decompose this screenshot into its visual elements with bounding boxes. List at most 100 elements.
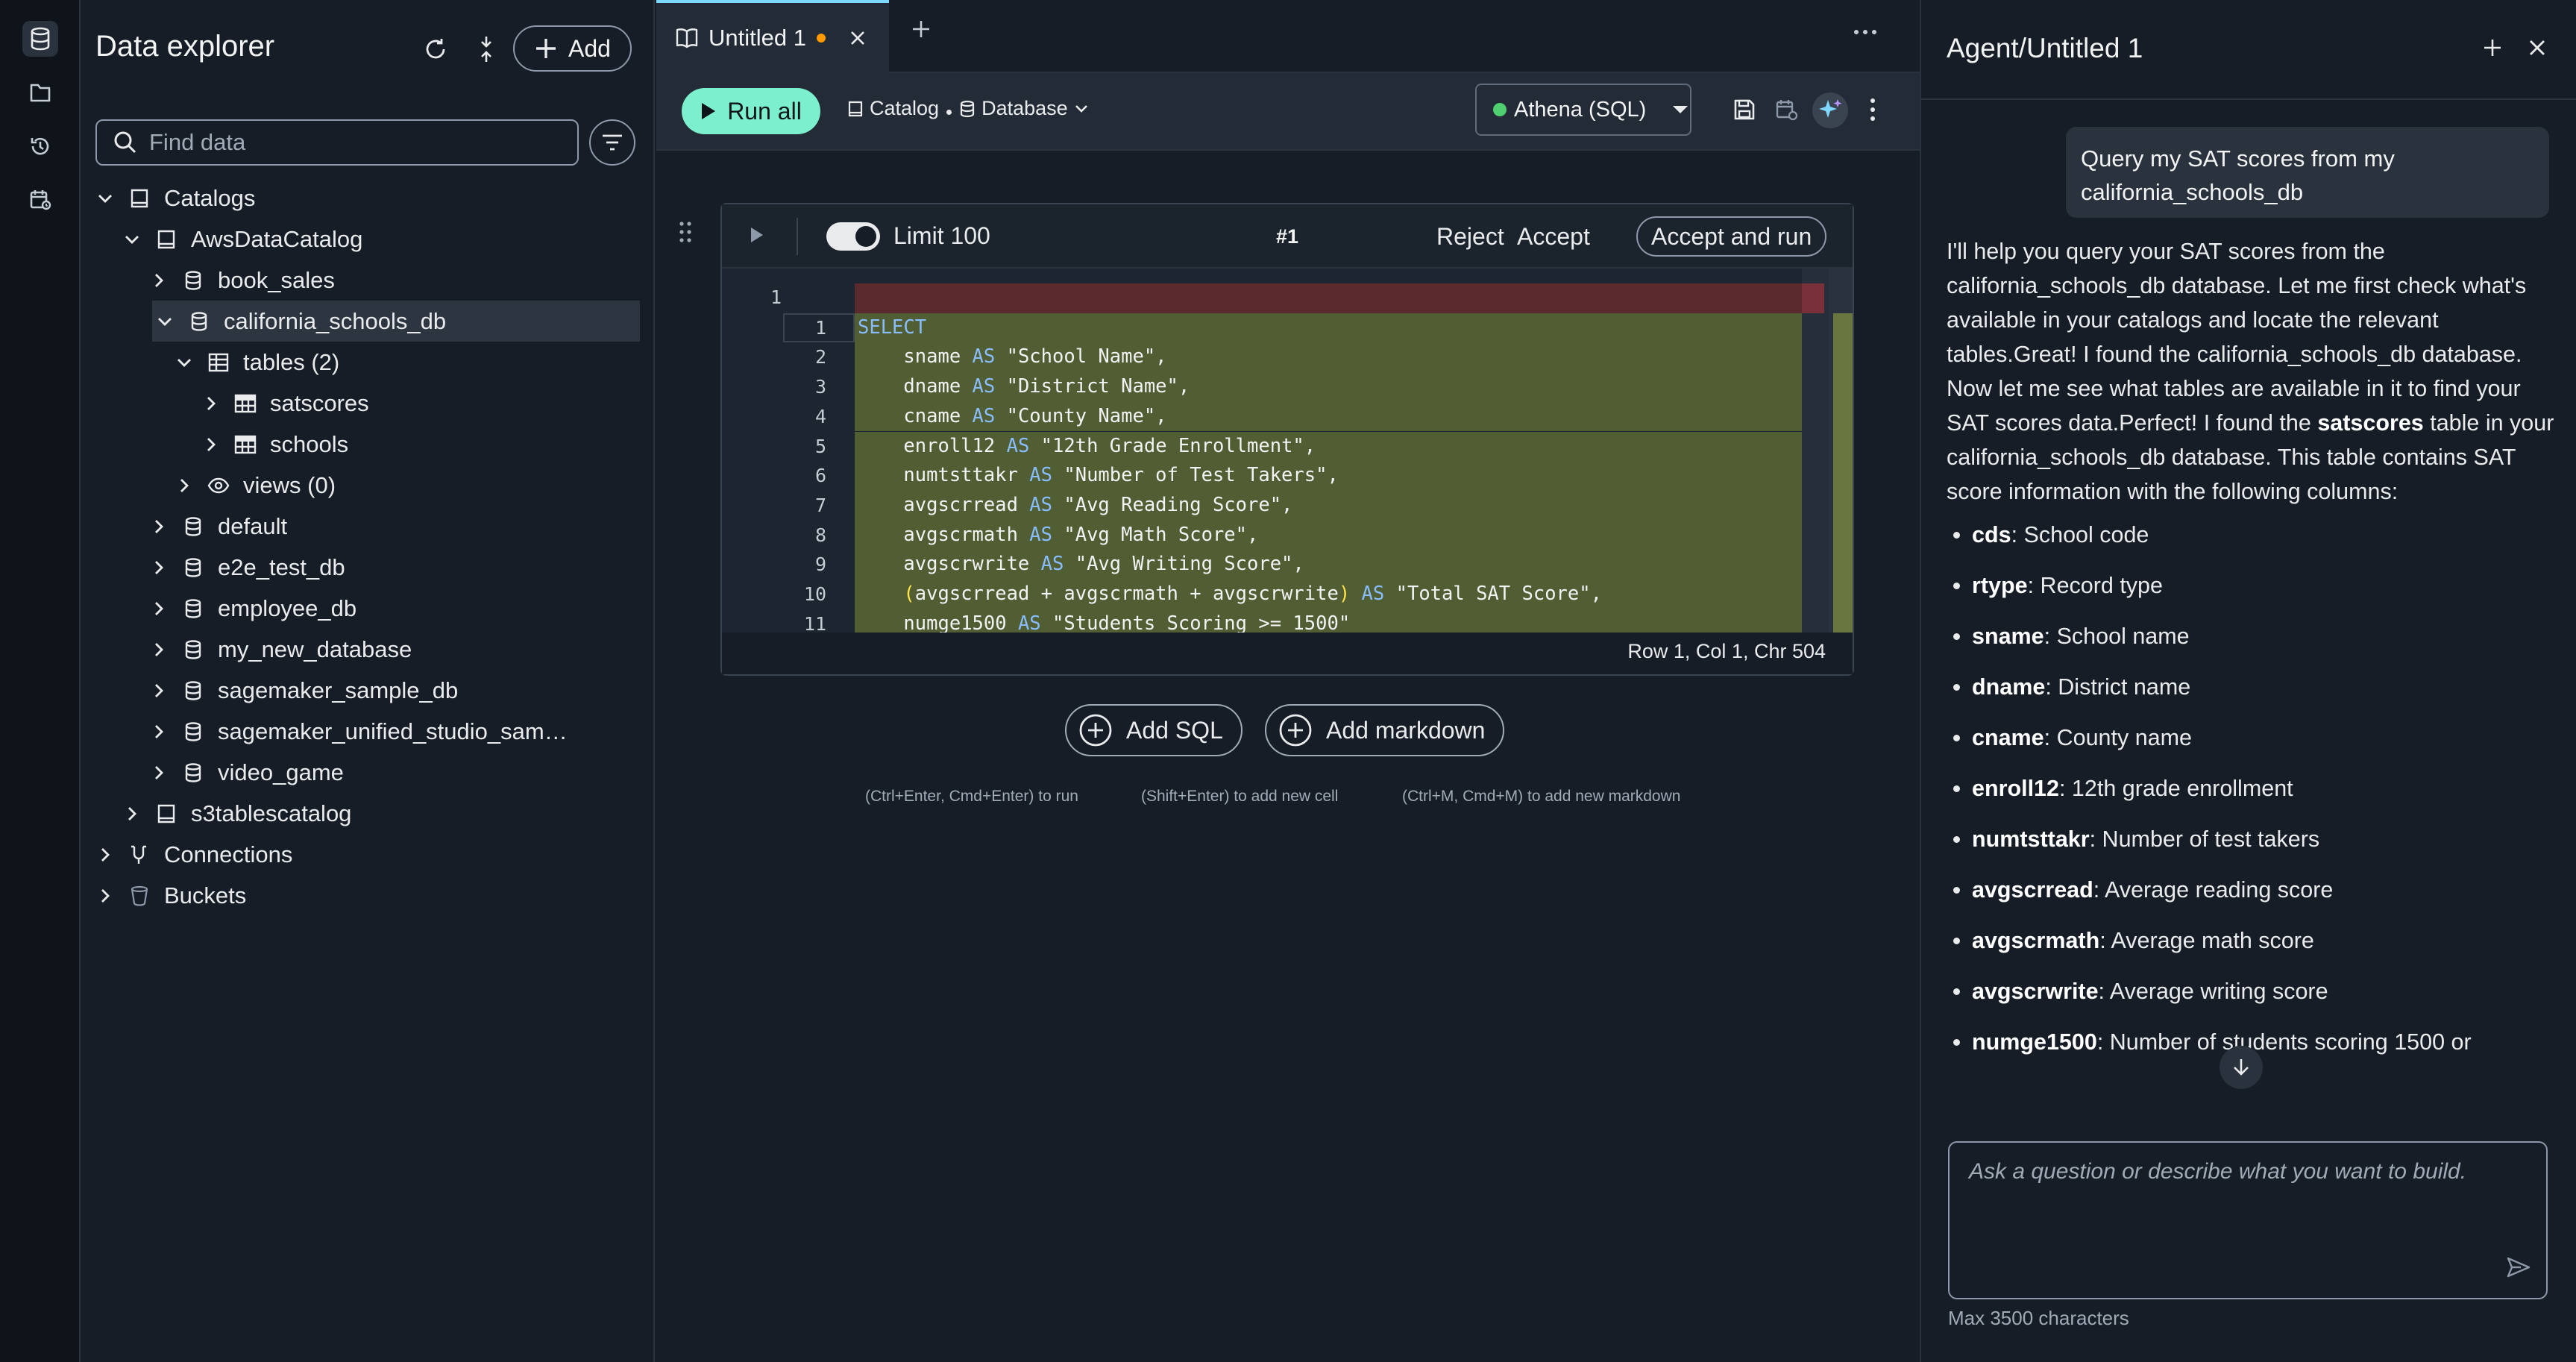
collapse-all-icon[interactable] xyxy=(465,28,507,70)
find-data-search[interactable] xyxy=(95,119,579,166)
engine-select[interactable]: Athena (SQL) xyxy=(1475,84,1691,136)
chevron-right-icon[interactable] xyxy=(146,555,172,580)
chevron-right-icon[interactable] xyxy=(172,473,197,498)
chevron-right-icon[interactable] xyxy=(146,268,172,293)
chat-input[interactable] xyxy=(1967,1158,2489,1277)
chevron-right-icon[interactable] xyxy=(198,391,224,416)
filter-icon xyxy=(603,134,622,151)
chevron-right-icon[interactable] xyxy=(119,801,145,826)
chevron-right-icon[interactable] xyxy=(146,678,172,703)
new-chat-icon[interactable] xyxy=(2482,37,2503,58)
connections-icon xyxy=(128,844,151,866)
tree-item-default[interactable]: default xyxy=(146,506,649,547)
scroll-to-bottom-button[interactable] xyxy=(2220,1046,2263,1089)
filter-button[interactable] xyxy=(589,119,635,166)
chevron-right-icon[interactable] xyxy=(92,883,118,908)
column-desc: : Average writing score xyxy=(2098,979,2328,1004)
schedule-icon[interactable] xyxy=(1775,98,1799,122)
unsaved-indicator xyxy=(816,34,826,43)
tree-item-video-game[interactable]: video_game xyxy=(146,752,649,793)
code-line: (avgscrread + avgscrmath + avgscrwrite) … xyxy=(855,580,1802,609)
tree-item-california-schools-db[interactable]: california_schools_db xyxy=(152,301,640,342)
code-token: "Students Scoring >= 1500" xyxy=(1040,612,1351,633)
tree-item-satscores[interactable]: satscores xyxy=(198,383,649,424)
tree-item-awsdatacatalog[interactable]: AwsDataCatalog xyxy=(119,219,649,260)
save-icon[interactable] xyxy=(1733,98,1756,121)
code-line: sname AS "School Name", xyxy=(855,342,1802,373)
tree-item-buckets[interactable]: Buckets xyxy=(92,875,649,916)
chevron-down-icon[interactable] xyxy=(92,186,118,211)
tree-item-employee-db[interactable]: employee_db xyxy=(146,588,649,629)
tree-item-sagemaker-unified-studio-sam[interactable]: sagemaker_unified_studio_sam… xyxy=(146,711,649,752)
chevron-right-icon[interactable] xyxy=(146,514,172,539)
send-icon[interactable] xyxy=(2506,1256,2531,1278)
add-sql-button[interactable]: Add SQL xyxy=(1065,704,1243,756)
tab-untitled-1[interactable]: Untitled 1 xyxy=(656,0,889,73)
close-icon[interactable] xyxy=(2528,39,2546,57)
run-all-button[interactable]: Run all xyxy=(682,88,820,134)
tree-item-e2e-test-db[interactable]: e2e_test_db xyxy=(146,547,649,588)
history-icon[interactable] xyxy=(22,128,58,164)
new-tab-icon[interactable] xyxy=(910,18,932,40)
sql-keyword: AS xyxy=(972,375,996,398)
code-editor[interactable]: 1 1 2 3 4 5 6 7 8 9 10 11 SELECT sname AS "School N… xyxy=(722,269,1853,633)
add-button[interactable]: Add xyxy=(513,25,632,72)
column-desc: : 12th grade enrollment xyxy=(2058,776,2293,801)
chevron-right-icon[interactable] xyxy=(146,637,172,662)
paren-token: ( xyxy=(903,583,915,605)
code-area[interactable]: SELECT sname AS "School Name", dname AS … xyxy=(855,269,1802,633)
tree-item-connections[interactable]: Connections xyxy=(92,834,649,875)
cursor-position: Row 1, Col 1, Chr 504 xyxy=(1627,640,1826,662)
add-markdown-button[interactable]: Add markdown xyxy=(1265,704,1505,756)
chevron-down-icon[interactable] xyxy=(172,350,197,375)
chat-input-box[interactable] xyxy=(1948,1141,2548,1299)
chevron-right-icon[interactable] xyxy=(146,719,172,744)
engine-status-dot xyxy=(1493,103,1507,116)
refresh-icon[interactable] xyxy=(415,28,456,70)
data-icon[interactable] xyxy=(22,21,58,57)
tree-item-book-sales[interactable]: book_sales xyxy=(146,260,649,301)
accept-button[interactable]: Accept xyxy=(1508,216,1599,257)
hint-markdown: (Ctrl+M, Cmd+M) to add new markdown xyxy=(1402,788,1681,805)
accept-and-run-button[interactable]: Accept and run xyxy=(1636,216,1827,257)
folder-icon[interactable] xyxy=(22,75,58,110)
search-input[interactable] xyxy=(148,128,565,157)
more-options-icon[interactable] xyxy=(1853,28,1878,36)
schedule-icon[interactable] xyxy=(22,182,58,218)
editor-scrollbar[interactable] xyxy=(1802,269,1829,633)
tree-item-views-0[interactable]: views (0) xyxy=(172,465,649,506)
chevron-down-icon[interactable] xyxy=(119,227,145,252)
tree-item-schools[interactable]: schools xyxy=(198,424,649,465)
chat-scroll-area[interactable]: I'll help you query your SAT scores from… xyxy=(1921,224,2576,1114)
chevron-down-icon[interactable] xyxy=(152,309,178,334)
catalog-database-selector[interactable]: Catalog Database xyxy=(847,97,1089,120)
chevron-right-icon[interactable] xyxy=(92,842,118,867)
tree-item-label: Connections xyxy=(164,841,293,867)
run-cell-icon[interactable] xyxy=(749,225,765,245)
left-rail xyxy=(0,0,81,1362)
reject-button[interactable]: Reject xyxy=(1427,216,1513,257)
code-token: numge1500 xyxy=(858,612,1018,633)
limit-toggle[interactable] xyxy=(826,222,880,251)
data-explorer-panel: Data explorer Add Catalogs AwsDataCatalog… xyxy=(82,0,655,1362)
tree-item-sagemaker-sample-db[interactable]: sagemaker_sample_db xyxy=(146,670,649,711)
column-desc: : School code xyxy=(2011,522,2149,547)
drag-handle-icon[interactable] xyxy=(679,221,692,243)
code-token: numtsttakr xyxy=(858,464,1030,487)
column-item: sname: School name xyxy=(1972,619,2558,653)
chevron-right-icon[interactable] xyxy=(146,760,172,785)
tree-item-tables-2[interactable]: tables (2) xyxy=(172,342,649,383)
close-tab-icon[interactable] xyxy=(849,30,866,46)
ai-sparkle-button[interactable] xyxy=(1812,92,1848,128)
tab-title: Untitled 1 xyxy=(709,25,806,51)
kebab-menu-icon[interactable] xyxy=(1869,97,1876,122)
plus-circle-icon xyxy=(1079,714,1112,747)
database-icon xyxy=(182,680,204,702)
column-name: avgscrwrite xyxy=(1972,979,2099,1004)
tree-item-my-new-database[interactable]: my_new_database xyxy=(146,629,649,670)
tree-item-catalogs[interactable]: Catalogs xyxy=(92,178,649,219)
tree-item-s3tablescatalog[interactable]: s3tablescatalog xyxy=(119,793,649,834)
chevron-right-icon[interactable] xyxy=(198,432,224,457)
chevron-right-icon[interactable] xyxy=(146,596,172,621)
catalog-icon xyxy=(128,187,151,210)
